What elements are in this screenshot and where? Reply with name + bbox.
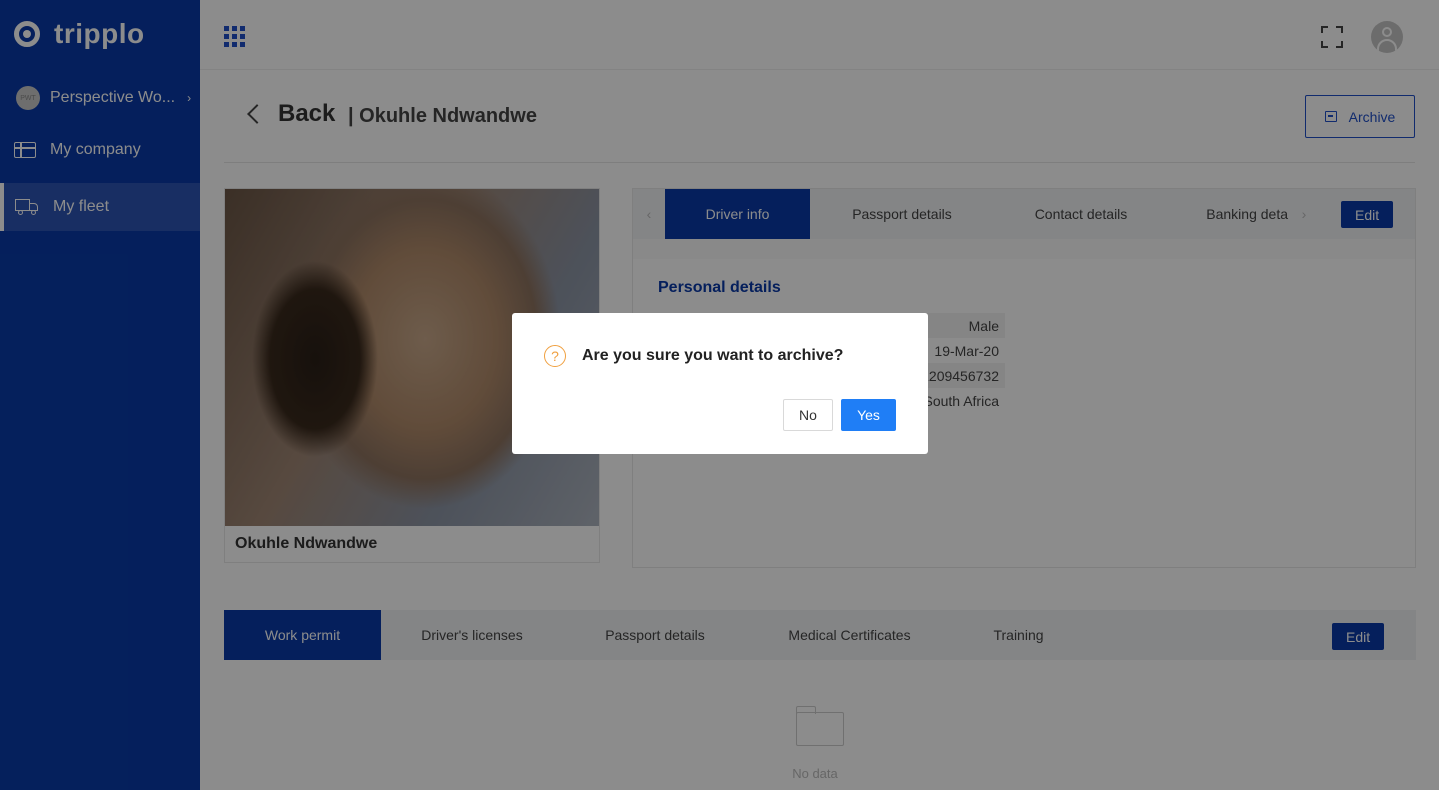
no-button[interactable]: No — [783, 399, 833, 431]
question-icon: ? — [544, 345, 566, 367]
dialog-question: Are you sure you want to archive? — [582, 347, 844, 364]
confirm-archive-dialog: ? Are you sure you want to archive? No Y… — [512, 313, 928, 454]
yes-button[interactable]: Yes — [841, 399, 896, 431]
